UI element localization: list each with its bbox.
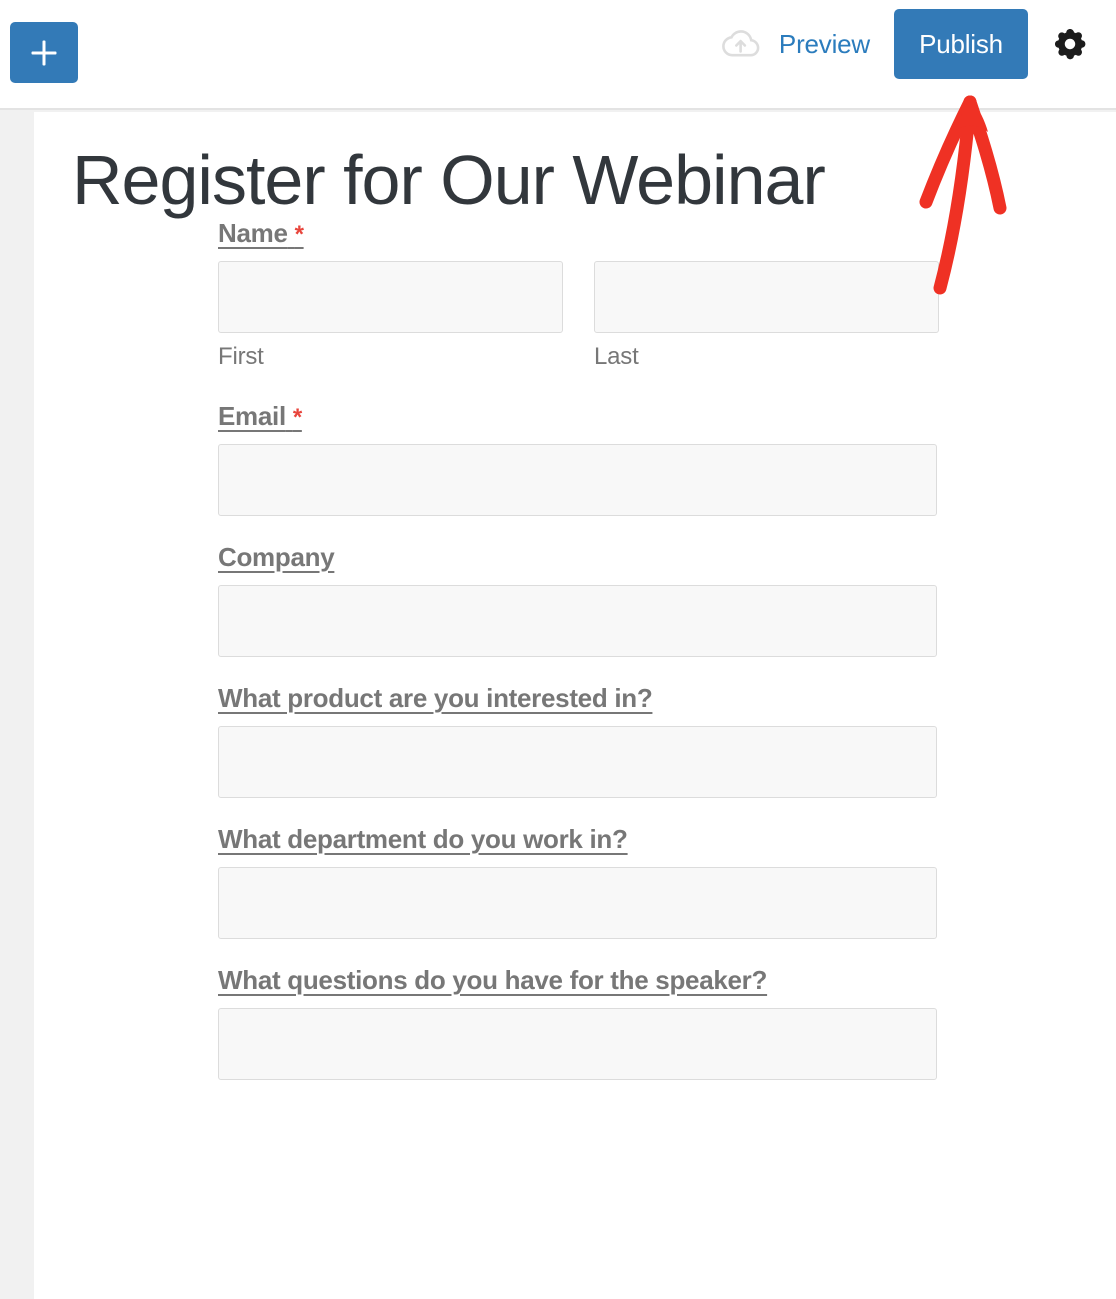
first-name-sublabel: First — [218, 342, 264, 370]
form-field-speaker-questions: What questions do you have for the speak… — [218, 965, 1116, 1080]
form-field-name: Name * First Last — [218, 218, 1116, 371]
page-title: Register for Our Webinar — [72, 141, 826, 219]
form-builder-toolbar: Preview Publish — [0, 0, 1116, 110]
name-first-col: First — [218, 260, 563, 371]
add-block-button[interactable] — [10, 22, 78, 83]
field-label-text: Name — [218, 217, 288, 248]
form-fields-list: Name * First Last Email * Company What p… — [34, 218, 1116, 1080]
plus-icon — [10, 22, 78, 83]
field-label-text: What product are you interested in? — [218, 682, 653, 713]
form-field-email: Email * — [218, 401, 1116, 516]
first-name-input[interactable] — [218, 260, 563, 333]
name-subfield-row: First Last — [218, 260, 1116, 371]
department-input[interactable] — [218, 866, 937, 939]
field-label-name: Name * — [218, 218, 304, 249]
field-label-company: Company — [218, 541, 335, 573]
field-label-text: Company — [218, 541, 335, 572]
field-label-text: Email — [218, 400, 286, 431]
field-label-department: What department do you work in? — [218, 824, 628, 855]
field-label-email: Email * — [218, 401, 302, 432]
email-input[interactable] — [218, 443, 937, 516]
preview-link[interactable]: Preview — [779, 29, 870, 60]
toolbar-actions: Preview Publish — [717, 0, 1116, 110]
company-input[interactable] — [218, 584, 937, 657]
speaker-questions-input[interactable] — [218, 1007, 937, 1080]
gear-icon[interactable] — [1050, 24, 1090, 64]
last-name-input[interactable] — [594, 260, 939, 333]
field-label-speaker-questions: What questions do you have for the speak… — [218, 965, 767, 996]
form-field-company: Company — [218, 542, 1116, 657]
publish-button[interactable]: Publish — [894, 9, 1028, 79]
form-field-product-interest: What product are you interested in? — [218, 683, 1116, 798]
form-preview-canvas: Register for Our Webinar Name * First La… — [0, 112, 1116, 1299]
required-marker: * — [292, 403, 302, 431]
product-interest-input[interactable] — [218, 725, 937, 798]
name-last-col: Last — [594, 260, 939, 371]
form-field-department: What department do you work in? — [218, 824, 1116, 939]
field-label-text: What department do you work in? — [218, 823, 628, 854]
last-name-sublabel: Last — [594, 342, 639, 370]
required-marker: * — [294, 220, 304, 248]
cloud-upload-icon[interactable] — [717, 21, 763, 67]
field-label-text: What questions do you have for the speak… — [218, 964, 768, 995]
field-label-product-interest: What product are you interested in? — [218, 682, 653, 714]
form-panel: Register for Our Webinar Name * First La… — [34, 112, 1116, 1299]
